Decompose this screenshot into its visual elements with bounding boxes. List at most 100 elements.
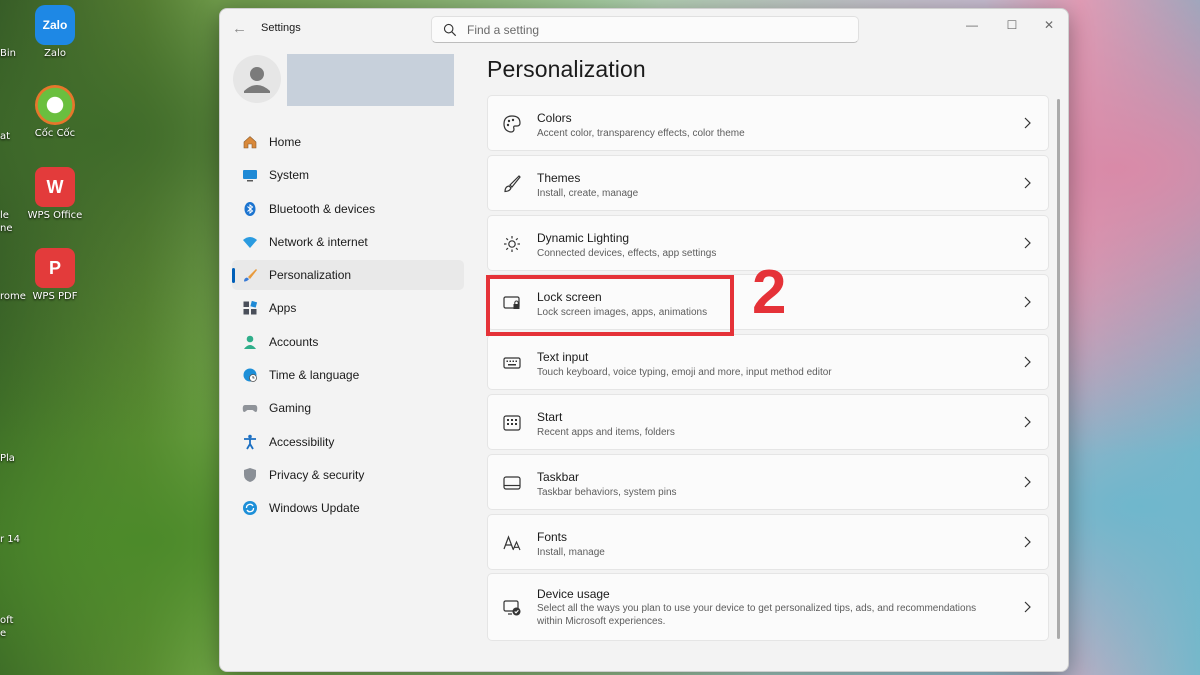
chevron-right-icon bbox=[1024, 476, 1031, 488]
search-box[interactable] bbox=[431, 16, 859, 43]
scrollbar[interactable] bbox=[1057, 99, 1060, 639]
shield-icon bbox=[242, 467, 258, 483]
desktop-icon-label: Zalo bbox=[44, 48, 66, 59]
sidebar-item-accounts[interactable]: Accounts bbox=[232, 327, 464, 357]
sidebar-item-network[interactable]: Network & internet bbox=[232, 227, 464, 257]
page-title: Personalization bbox=[487, 56, 646, 82]
start-icon bbox=[502, 413, 522, 433]
desktop-icon-label: Cốc Cốc bbox=[34, 128, 76, 139]
apps-icon bbox=[242, 300, 258, 316]
chevron-right-icon bbox=[1024, 601, 1031, 613]
desktop-icon-coccoc[interactable]: Cốc Cốc bbox=[25, 85, 85, 139]
desktop-icon-label: WPS Office bbox=[27, 210, 83, 221]
back-arrow-icon[interactable]: ← bbox=[232, 20, 247, 37]
minimize-button[interactable]: — bbox=[957, 15, 987, 35]
wifi-icon bbox=[242, 234, 258, 250]
setting-card-text-input[interactable]: Text input Touch keyboard, voice typing,… bbox=[487, 334, 1049, 391]
setting-card-start[interactable]: Start Recent apps and items, folders bbox=[487, 393, 1049, 450]
sidebar-item-label: Gaming bbox=[269, 401, 312, 416]
desktop-icon-label: WPS PDF bbox=[32, 291, 78, 302]
chevron-right-icon bbox=[1024, 356, 1031, 368]
desktop-edge-label: at bbox=[0, 131, 11, 142]
user-avatar-icon bbox=[244, 67, 270, 93]
chevron-right-icon bbox=[1024, 536, 1031, 548]
sidebar-item-label: Bluetooth & devices bbox=[269, 201, 376, 216]
sidebar-item-label: Network & internet bbox=[269, 234, 368, 249]
desktop-edge-label: oft bbox=[0, 615, 14, 626]
chevron-right-icon bbox=[1024, 177, 1031, 189]
sidebar-item-label: Time & language bbox=[269, 368, 360, 383]
sidebar-item-label: Accounts bbox=[269, 334, 319, 349]
step-number-annotation: 2 bbox=[752, 258, 787, 327]
sidebar-item-windows-update[interactable]: Windows Update bbox=[232, 493, 464, 523]
globe-clock-icon bbox=[242, 367, 258, 383]
desktop-edge-label: e bbox=[0, 628, 7, 639]
bluetooth-icon bbox=[242, 201, 258, 217]
card-title: Text input bbox=[537, 350, 589, 365]
card-title: Colors bbox=[537, 111, 572, 125]
sidebar-item-system[interactable]: System bbox=[232, 160, 464, 190]
desktop-icon-zalo[interactable]: Zalo Zalo bbox=[25, 5, 85, 59]
card-title: Lock screen bbox=[537, 290, 602, 305]
desktop-edge-label: r 14 bbox=[0, 534, 21, 545]
accounts-icon bbox=[242, 334, 258, 350]
desktop-edge-label: Pla bbox=[0, 453, 15, 464]
zalo-icon: Zalo bbox=[35, 5, 75, 45]
wps-office-icon: W bbox=[35, 167, 75, 207]
card-title: Device usage bbox=[537, 587, 610, 602]
taskbar-icon bbox=[502, 473, 522, 493]
avatar[interactable] bbox=[233, 55, 281, 103]
card-subtitle: Recent apps and items, folders bbox=[537, 426, 675, 438]
card-title: Taskbar bbox=[537, 469, 580, 484]
desktop-edge-label: Bin bbox=[0, 48, 16, 59]
setting-card-fonts[interactable]: Fonts Install, manage bbox=[487, 513, 1049, 570]
maximize-button[interactable]: ☐ bbox=[997, 15, 1027, 35]
brush-icon bbox=[242, 267, 258, 283]
chevron-right-icon bbox=[1024, 416, 1031, 428]
chevron-right-icon bbox=[1024, 237, 1031, 249]
settings-list: Colors Accent color, transparency effect… bbox=[487, 95, 1049, 645]
chevron-right-icon bbox=[1024, 296, 1031, 308]
sidebar-item-personalization[interactable]: Personalization bbox=[232, 260, 464, 291]
card-subtitle: Install, create, manage bbox=[537, 187, 639, 199]
desktop-icon-wps-pdf[interactable]: P WPS PDF bbox=[25, 248, 85, 302]
sidebar-item-label: Personalization bbox=[269, 268, 352, 283]
device-usage-icon bbox=[502, 598, 522, 618]
app-title: Settings bbox=[261, 22, 301, 34]
sidebar-item-label: Apps bbox=[269, 301, 297, 316]
desktop-edge-label: rome bbox=[0, 291, 26, 302]
setting-card-taskbar[interactable]: Taskbar Taskbar behaviors, system pins bbox=[487, 453, 1049, 510]
title-bar: ← Settings — ☐ ✕ bbox=[220, 9, 1068, 49]
system-icon bbox=[242, 167, 258, 183]
card-subtitle: Taskbar behaviors, system pins bbox=[537, 486, 677, 498]
search-input[interactable] bbox=[467, 22, 827, 37]
card-subtitle: Install, manage bbox=[537, 546, 605, 558]
card-title: Start bbox=[537, 409, 563, 424]
setting-card-themes[interactable]: Themes Install, create, manage bbox=[487, 154, 1049, 211]
desktop-icon-wps-office[interactable]: W WPS Office bbox=[25, 167, 85, 221]
card-subtitle: Select all the ways you plan to use your… bbox=[537, 603, 977, 628]
sidebar-item-bluetooth[interactable]: Bluetooth & devices bbox=[232, 194, 464, 224]
sidebar-item-privacy-security[interactable]: Privacy & security bbox=[232, 460, 464, 490]
chevron-right-icon bbox=[1024, 117, 1031, 129]
card-subtitle: Accent color, transparency effects, colo… bbox=[537, 128, 745, 139]
user-info-block[interactable] bbox=[287, 54, 454, 106]
gamepad-icon bbox=[242, 400, 258, 416]
close-button[interactable]: ✕ bbox=[1034, 15, 1064, 35]
palette-icon bbox=[502, 114, 522, 134]
setting-card-device-usage[interactable]: Device usage Select all the ways you pla… bbox=[487, 573, 1049, 642]
lighting-icon bbox=[502, 234, 522, 254]
sidebar-item-accessibility[interactable]: Accessibility bbox=[232, 427, 464, 457]
sidebar-item-gaming[interactable]: Gaming bbox=[232, 393, 464, 423]
setting-card-colors[interactable]: Colors Accent color, transparency effect… bbox=[487, 95, 1049, 151]
sidebar-item-apps[interactable]: Apps bbox=[232, 293, 464, 323]
card-title: Fonts bbox=[537, 529, 568, 544]
sidebar-item-label: Home bbox=[269, 135, 302, 149]
sidebar-item-time-language[interactable]: Time & language bbox=[232, 360, 464, 390]
keyboard-icon bbox=[502, 353, 522, 373]
card-subtitle: Touch keyboard, voice typing, emoji and … bbox=[537, 367, 832, 379]
desktop-edge-label: ne bbox=[0, 223, 13, 234]
desktop-edge-label: le bbox=[0, 210, 9, 221]
card-title: Dynamic Lighting bbox=[537, 230, 630, 245]
sidebar-item-home[interactable]: Home bbox=[232, 127, 464, 157]
